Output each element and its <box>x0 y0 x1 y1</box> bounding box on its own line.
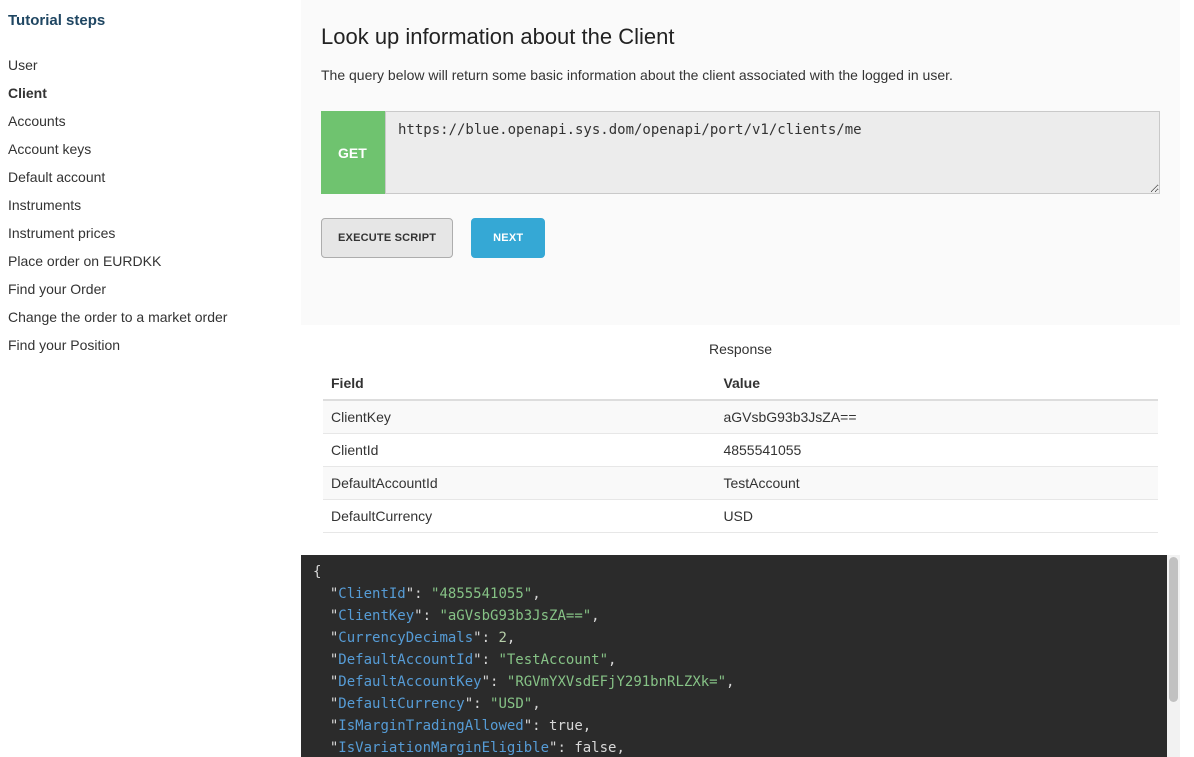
page-title: Look up information about the Client <box>321 24 1160 50</box>
sidebar-item-user[interactable]: User <box>8 51 293 79</box>
sidebar: Tutorial steps UserClientAccountsAccount… <box>0 0 301 757</box>
sidebar-item-instrument-prices[interactable]: Instrument prices <box>8 219 293 247</box>
page: Tutorial steps UserClientAccountsAccount… <box>0 0 1194 757</box>
execute-script-button[interactable]: EXECUTE SCRIPT <box>321 218 453 258</box>
code-line: "ClientKey": "aGVsbG93b3JsZA==", <box>313 605 1156 627</box>
column-header: Field <box>323 367 715 400</box>
request-url-input[interactable]: https://blue.openapi.sys.dom/openapi/por… <box>385 111 1160 194</box>
table-row: DefaultCurrencyUSD <box>323 500 1158 533</box>
code-scrollbar-track[interactable] <box>1167 555 1180 757</box>
code-block: { "ClientId": "4855541055", "ClientKey":… <box>313 561 1156 757</box>
sidebar-title: Tutorial steps <box>8 12 293 29</box>
code-line: "CurrencyDecimals": 2, <box>313 627 1156 649</box>
table-row: DefaultAccountIdTestAccount <box>323 467 1158 500</box>
table-cell: DefaultCurrency <box>323 500 715 533</box>
table-row: ClientId4855541055 <box>323 434 1158 467</box>
main-content: Look up information about the Client The… <box>301 0 1180 757</box>
table-cell: 4855541055 <box>715 434 1158 467</box>
sidebar-item-default-account[interactable]: Default account <box>8 163 293 191</box>
code-line: "IsVariationMarginEligible": false, <box>313 737 1156 757</box>
code-line: "DefaultAccountKey": "RGVmYXVsdEFjY291bn… <box>313 671 1156 693</box>
code-section[interactable]: { "ClientId": "4855541055", "ClientKey":… <box>301 555 1180 757</box>
code-line: "IsMarginTradingAllowed": true, <box>313 715 1156 737</box>
table-cell: DefaultAccountId <box>323 467 715 500</box>
sidebar-item-account-keys[interactable]: Account keys <box>8 135 293 163</box>
page-description: The query below will return some basic i… <box>321 67 1160 83</box>
sidebar-item-accounts[interactable]: Accounts <box>8 107 293 135</box>
sidebar-item-client[interactable]: Client <box>8 79 293 107</box>
table-row: ClientKeyaGVsbG93b3JsZA== <box>323 400 1158 434</box>
code-line: "DefaultAccountId": "TestAccount", <box>313 649 1156 671</box>
request-panel: Look up information about the Client The… <box>301 0 1180 325</box>
table-cell: aGVsbG93b3JsZA== <box>715 400 1158 434</box>
sidebar-item-find-your-order[interactable]: Find your Order <box>8 275 293 303</box>
response-heading: Response <box>323 341 1158 357</box>
table-cell: ClientId <box>323 434 715 467</box>
sidebar-item-instruments[interactable]: Instruments <box>8 191 293 219</box>
table-cell: ClientKey <box>323 400 715 434</box>
code-line: { <box>313 561 1156 583</box>
response-table: FieldValue ClientKeyaGVsbG93b3JsZA==Clie… <box>323 367 1158 533</box>
code-line: "DefaultCurrency": "USD", <box>313 693 1156 715</box>
sidebar-item-find-your-position[interactable]: Find your Position <box>8 331 293 359</box>
request-row: GET https://blue.openapi.sys.dom/openapi… <box>321 111 1160 194</box>
sidebar-item-place-order-on-eurdkk[interactable]: Place order on EURDKK <box>8 247 293 275</box>
sidebar-nav: UserClientAccountsAccount keysDefault ac… <box>8 51 293 359</box>
response-section: Response FieldValue ClientKeyaGVsbG93b3J… <box>301 325 1180 533</box>
column-header: Value <box>715 367 1158 400</box>
sidebar-item-change-the-order-to-a-market-order[interactable]: Change the order to a market order <box>8 303 293 331</box>
response-table-body: ClientKeyaGVsbG93b3JsZA==ClientId4855541… <box>323 400 1158 533</box>
code-line: "ClientId": "4855541055", <box>313 583 1156 605</box>
code-scrollbar-thumb[interactable] <box>1169 557 1178 702</box>
button-row: EXECUTE SCRIPT NEXT <box>321 218 1160 258</box>
table-header-row: FieldValue <box>323 367 1158 400</box>
table-cell: TestAccount <box>715 467 1158 500</box>
http-method-badge: GET <box>321 111 385 194</box>
next-button[interactable]: NEXT <box>471 218 545 258</box>
table-cell: USD <box>715 500 1158 533</box>
